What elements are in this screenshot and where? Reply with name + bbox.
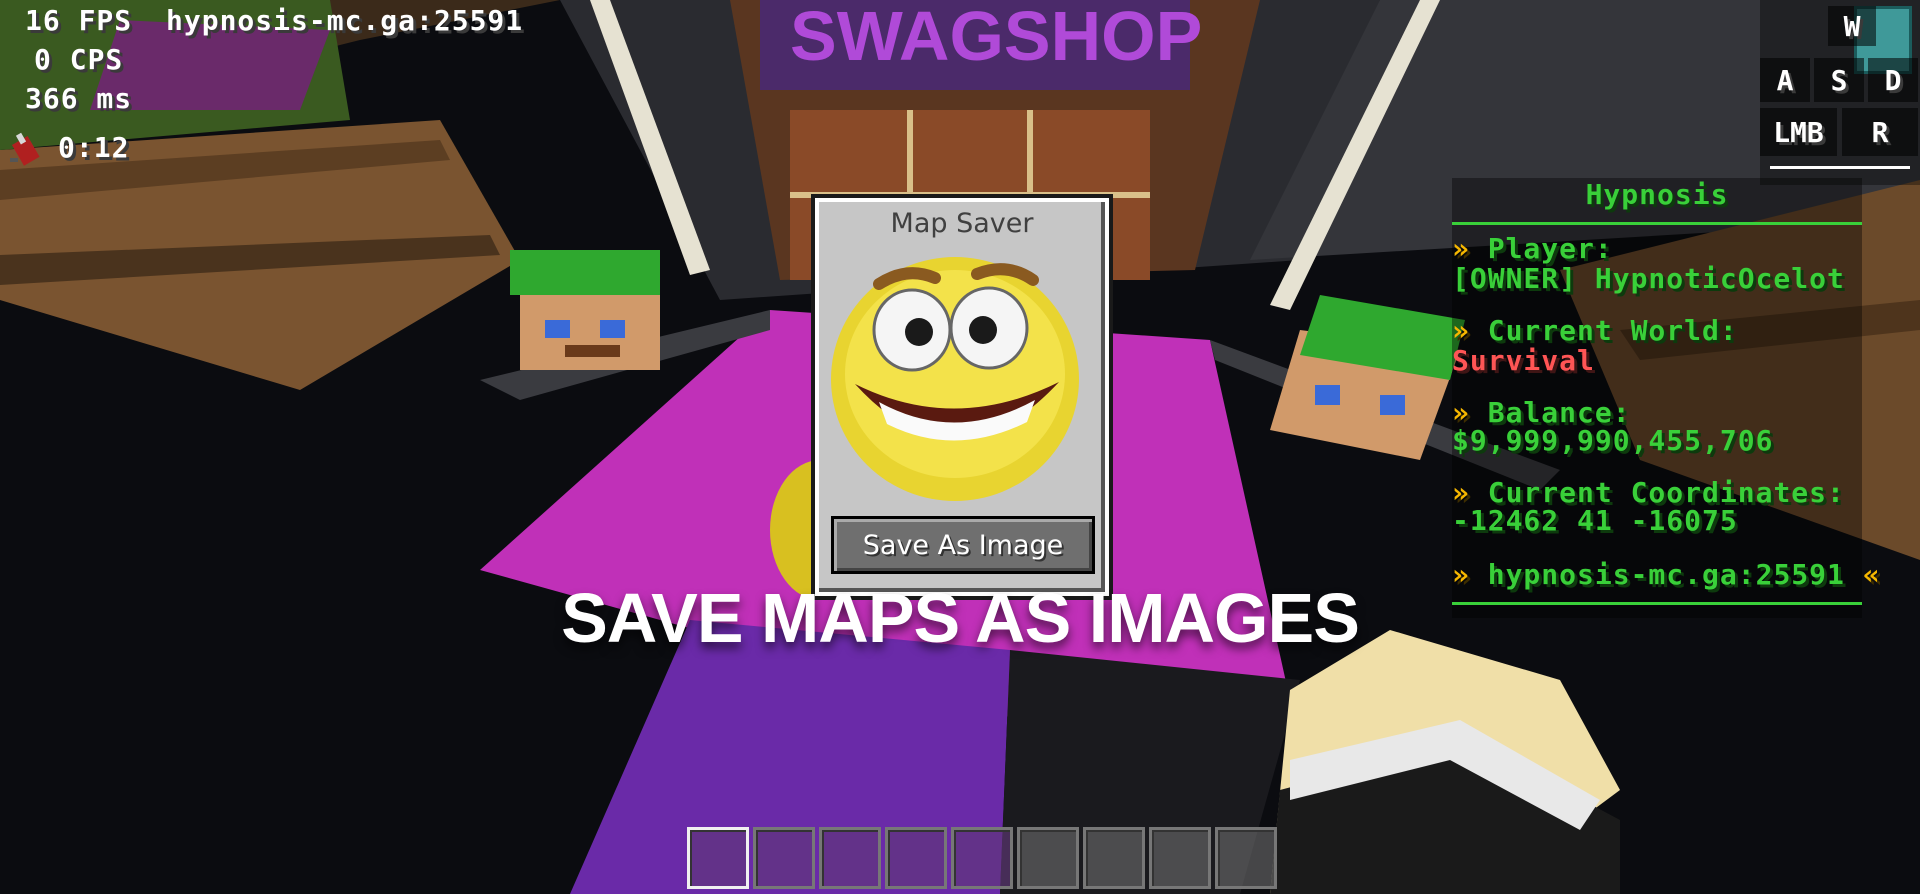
server-address: hypnosis-mc.ga:25591 — [166, 4, 524, 37]
key-s: S — [1814, 58, 1864, 102]
hotbar-slot-1[interactable] — [687, 827, 749, 889]
world-value: Survival — [1452, 344, 1595, 377]
fps-counter: 16 FPS — [25, 4, 133, 37]
map-saver-title: Map Saver — [890, 208, 1034, 239]
hotbar-slot-8[interactable] — [1149, 827, 1211, 889]
arrow-icon: » — [1452, 314, 1470, 347]
effect-timer: 0:12 — [58, 131, 130, 164]
scoreboard-divider-top — [1452, 222, 1862, 225]
world-label: Current World: — [1487, 314, 1738, 347]
arrow-icon: » — [1452, 232, 1470, 265]
ping-display: 366 ms — [25, 82, 133, 115]
keystrokes-overlay: W A S D LMB R — [1760, 0, 1920, 185]
key-a: A — [1760, 58, 1810, 102]
hotbar-slot-9[interactable] — [1215, 827, 1277, 889]
world-label-row: » Current World: — [1452, 314, 1738, 347]
cps-counter: 0 CPS — [34, 43, 124, 76]
key-w: W — [1828, 6, 1876, 46]
key-rmb: R — [1842, 108, 1918, 156]
hotbar — [687, 827, 1281, 889]
key-d: D — [1868, 58, 1918, 102]
key-lmb: LMB — [1760, 108, 1837, 156]
coords-value: -12462 41 -16075 — [1452, 504, 1738, 537]
hotbar-slot-3[interactable] — [819, 827, 881, 889]
scoreboard: Hypnosis » Player: [OWNER] HypnoticOcelo… — [1452, 178, 1880, 618]
hotbar-slot-6[interactable] — [1017, 827, 1079, 889]
balance-value: $9,999,990,455,706 — [1452, 424, 1774, 457]
hotbar-slot-2[interactable] — [753, 827, 815, 889]
hotbar-slot-7[interactable] — [1083, 827, 1145, 889]
keystrokes-divider — [1770, 166, 1910, 169]
player-value: [OWNER] HypnoticOcelot — [1452, 262, 1845, 295]
save-as-image-button[interactable]: Save As Image — [831, 516, 1095, 574]
promo-caption: SAVE MAPS AS IMAGES — [561, 579, 1360, 657]
hotbar-slot-5[interactable] — [951, 827, 1013, 889]
map-saver-window: Map Saver Save As Image — [811, 194, 1113, 600]
scoreboard-title: Hypnosis — [1585, 178, 1729, 211]
svg-text:SWAGSHOP: SWAGSHOP — [790, 0, 1202, 75]
hotbar-slot-4[interactable] — [885, 827, 947, 889]
player-label-row: » Player: — [1452, 232, 1613, 265]
smiley-face-icon — [827, 244, 1085, 506]
player-label: Player: — [1487, 232, 1613, 265]
rocket-firework-icon — [6, 128, 48, 170]
